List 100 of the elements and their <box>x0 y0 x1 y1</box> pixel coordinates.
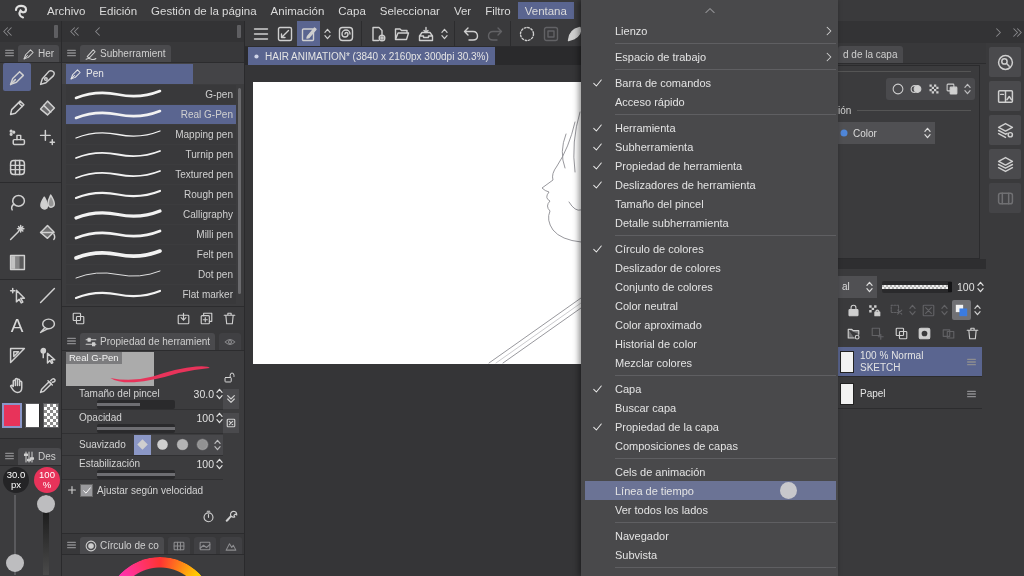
handle-icon[interactable] <box>5 452 14 460</box>
copy-icon[interactable] <box>72 312 85 325</box>
menu-bar-item[interactable]: Animación <box>263 2 332 19</box>
slider-track[interactable] <box>97 470 175 479</box>
subtool-item[interactable]: Real G-Pen <box>66 105 236 124</box>
menu-bar-item[interactable]: Ventana <box>517 2 574 19</box>
effect-dropdown[interactable]: Color <box>838 122 935 144</box>
spinner-icon[interactable] <box>964 83 971 95</box>
menu-bar-item[interactable]: Capa <box>331 2 373 19</box>
handle-icon[interactable] <box>5 49 14 57</box>
menu-bar-item[interactable]: Gestión de la página <box>144 2 264 19</box>
handle-icon[interactable] <box>67 541 76 549</box>
panel-button[interactable] <box>989 115 1021 145</box>
slider-thumb[interactable] <box>948 281 952 292</box>
menu-bar-item[interactable]: Ver <box>446 2 479 19</box>
menu-bar-item[interactable]: Seleccionar <box>372 2 447 19</box>
tool-button[interactable]: A <box>3 311 31 339</box>
handle-icon[interactable] <box>967 389 976 398</box>
chevron-right-icon[interactable] <box>994 27 1003 37</box>
menu-bar-item[interactable]: Filtro <box>478 2 518 19</box>
double-chevron-left-icon[interactable] <box>3 27 12 36</box>
chevron-left-icon[interactable] <box>93 27 102 36</box>
panel-tab[interactable]: Subherramient <box>80 45 171 62</box>
unlock-icon[interactable] <box>224 372 235 383</box>
panel-button[interactable] <box>989 81 1021 111</box>
menu-item[interactable]: Barra de comandos <box>585 73 836 92</box>
menu-item[interactable]: Subherramienta <box>585 137 836 156</box>
number-field[interactable]: 100 <box>196 457 223 470</box>
panel-tab[interactable]: Círculo de co <box>80 537 164 554</box>
tool-button[interactable] <box>3 63 31 91</box>
transparent-swatch[interactable] <box>43 403 59 428</box>
menu-item[interactable]: Acceso rápido <box>585 92 836 111</box>
double-chevron-left-icon[interactable] <box>70 27 79 36</box>
menu-item[interactable]: Mezclar colores <box>585 353 836 372</box>
menu-item[interactable]: Conjunto de colores <box>585 277 836 296</box>
timer-icon[interactable] <box>202 510 215 523</box>
import-icon[interactable] <box>177 312 190 325</box>
menu-item[interactable]: Propiedad de la capa <box>585 417 836 436</box>
panel-tab[interactable]: Des <box>18 448 61 465</box>
layer-row[interactable]: 100 % Normal SKETCH <box>838 347 982 377</box>
menu-item[interactable]: Historial de color <box>585 334 836 353</box>
menu-item[interactable]: Tamaño del pincel <box>585 194 836 213</box>
panel-tab[interactable] <box>193 537 216 554</box>
panel-tab[interactable]: Her <box>18 45 60 62</box>
trash-icon[interactable] <box>223 312 236 325</box>
handle-icon[interactable] <box>67 337 76 345</box>
menu-item[interactable]: Detalle subherramienta <box>585 213 836 232</box>
plus-icon[interactable] <box>68 486 76 494</box>
slider-track[interactable] <box>97 400 175 409</box>
number-field[interactable]: 100 <box>957 280 984 293</box>
menu-item[interactable]: Color neutral <box>585 296 836 315</box>
menu-item[interactable]: Composiciones de capas <box>585 436 836 455</box>
menu-item[interactable]: Círculo de colores <box>585 239 836 258</box>
number-field[interactable]: 100 <box>196 411 223 424</box>
side-button[interactable] <box>223 413 239 433</box>
opacity-slider[interactable] <box>882 280 952 293</box>
menu-item[interactable]: Subvista <box>585 545 836 564</box>
panel-tab[interactable] <box>219 333 242 350</box>
color-swatch[interactable] <box>25 403 40 428</box>
layer-tool-button[interactable] <box>951 300 971 320</box>
duplicate-icon[interactable] <box>200 312 213 325</box>
spinner-icon[interactable] <box>214 438 221 451</box>
menu-item[interactable]: Capa <box>585 379 836 398</box>
blend-mode-dropdown[interactable]: al <box>838 275 877 298</box>
grip-icon[interactable] <box>54 25 58 38</box>
panel-tab[interactable] <box>167 537 190 554</box>
menu-item[interactable]: Deslizadores de herramienta <box>585 175 836 194</box>
menu-bar-item[interactable]: Archivo <box>40 2 93 19</box>
menu-item[interactable]: Lienzo <box>585 21 836 40</box>
side-button[interactable] <box>223 389 239 409</box>
panel-tab[interactable]: d de la capa <box>838 46 903 63</box>
circle-icon[interactable] <box>892 83 904 95</box>
menu-item[interactable]: Color aproximado <box>585 315 836 334</box>
menu-item[interactable]: Propiedad de herramienta <box>585 156 836 175</box>
menu-item[interactable]: Cels de animación <box>585 462 836 481</box>
handle-icon[interactable] <box>967 357 976 366</box>
double-chevron-right-icon[interactable] <box>1013 27 1022 37</box>
grip-icon[interactable] <box>237 25 241 38</box>
menu-item[interactable]: Herramienta <box>585 118 836 137</box>
menu-bar-item[interactable]: Edición <box>92 2 145 19</box>
number-field[interactable]: 30.0 <box>193 387 223 400</box>
checkbox[interactable] <box>80 483 93 497</box>
menu-item[interactable]: Ver todos los lados <box>585 500 836 519</box>
subtool-group-tab[interactable]: Pen <box>66 63 193 84</box>
panel-button[interactable] <box>989 47 1021 77</box>
panel-button[interactable] <box>989 149 1021 179</box>
menu-item[interactable]: Deslizador de colores <box>585 258 836 277</box>
stack-icon[interactable] <box>946 83 958 95</box>
scrollbar[interactable] <box>238 88 241 294</box>
menu-item[interactable]: Línea de tiempo <box>585 481 836 500</box>
document-tab[interactable]: HAIR ANIMATION* (3840 x 2160px 300dpi 30.3%) <box>248 47 495 65</box>
antialias-option[interactable] <box>134 434 151 455</box>
logo-icon[interactable] <box>12 2 30 19</box>
panel-tab[interactable] <box>219 537 242 554</box>
menu-item[interactable]: Buscar capa <box>585 398 836 417</box>
wrench-icon[interactable] <box>225 510 238 523</box>
slider-thumb[interactable] <box>6 553 24 572</box>
color-swatch[interactable] <box>2 403 22 428</box>
checker-icon[interactable] <box>928 83 940 95</box>
slider-thumb[interactable] <box>37 495 55 513</box>
